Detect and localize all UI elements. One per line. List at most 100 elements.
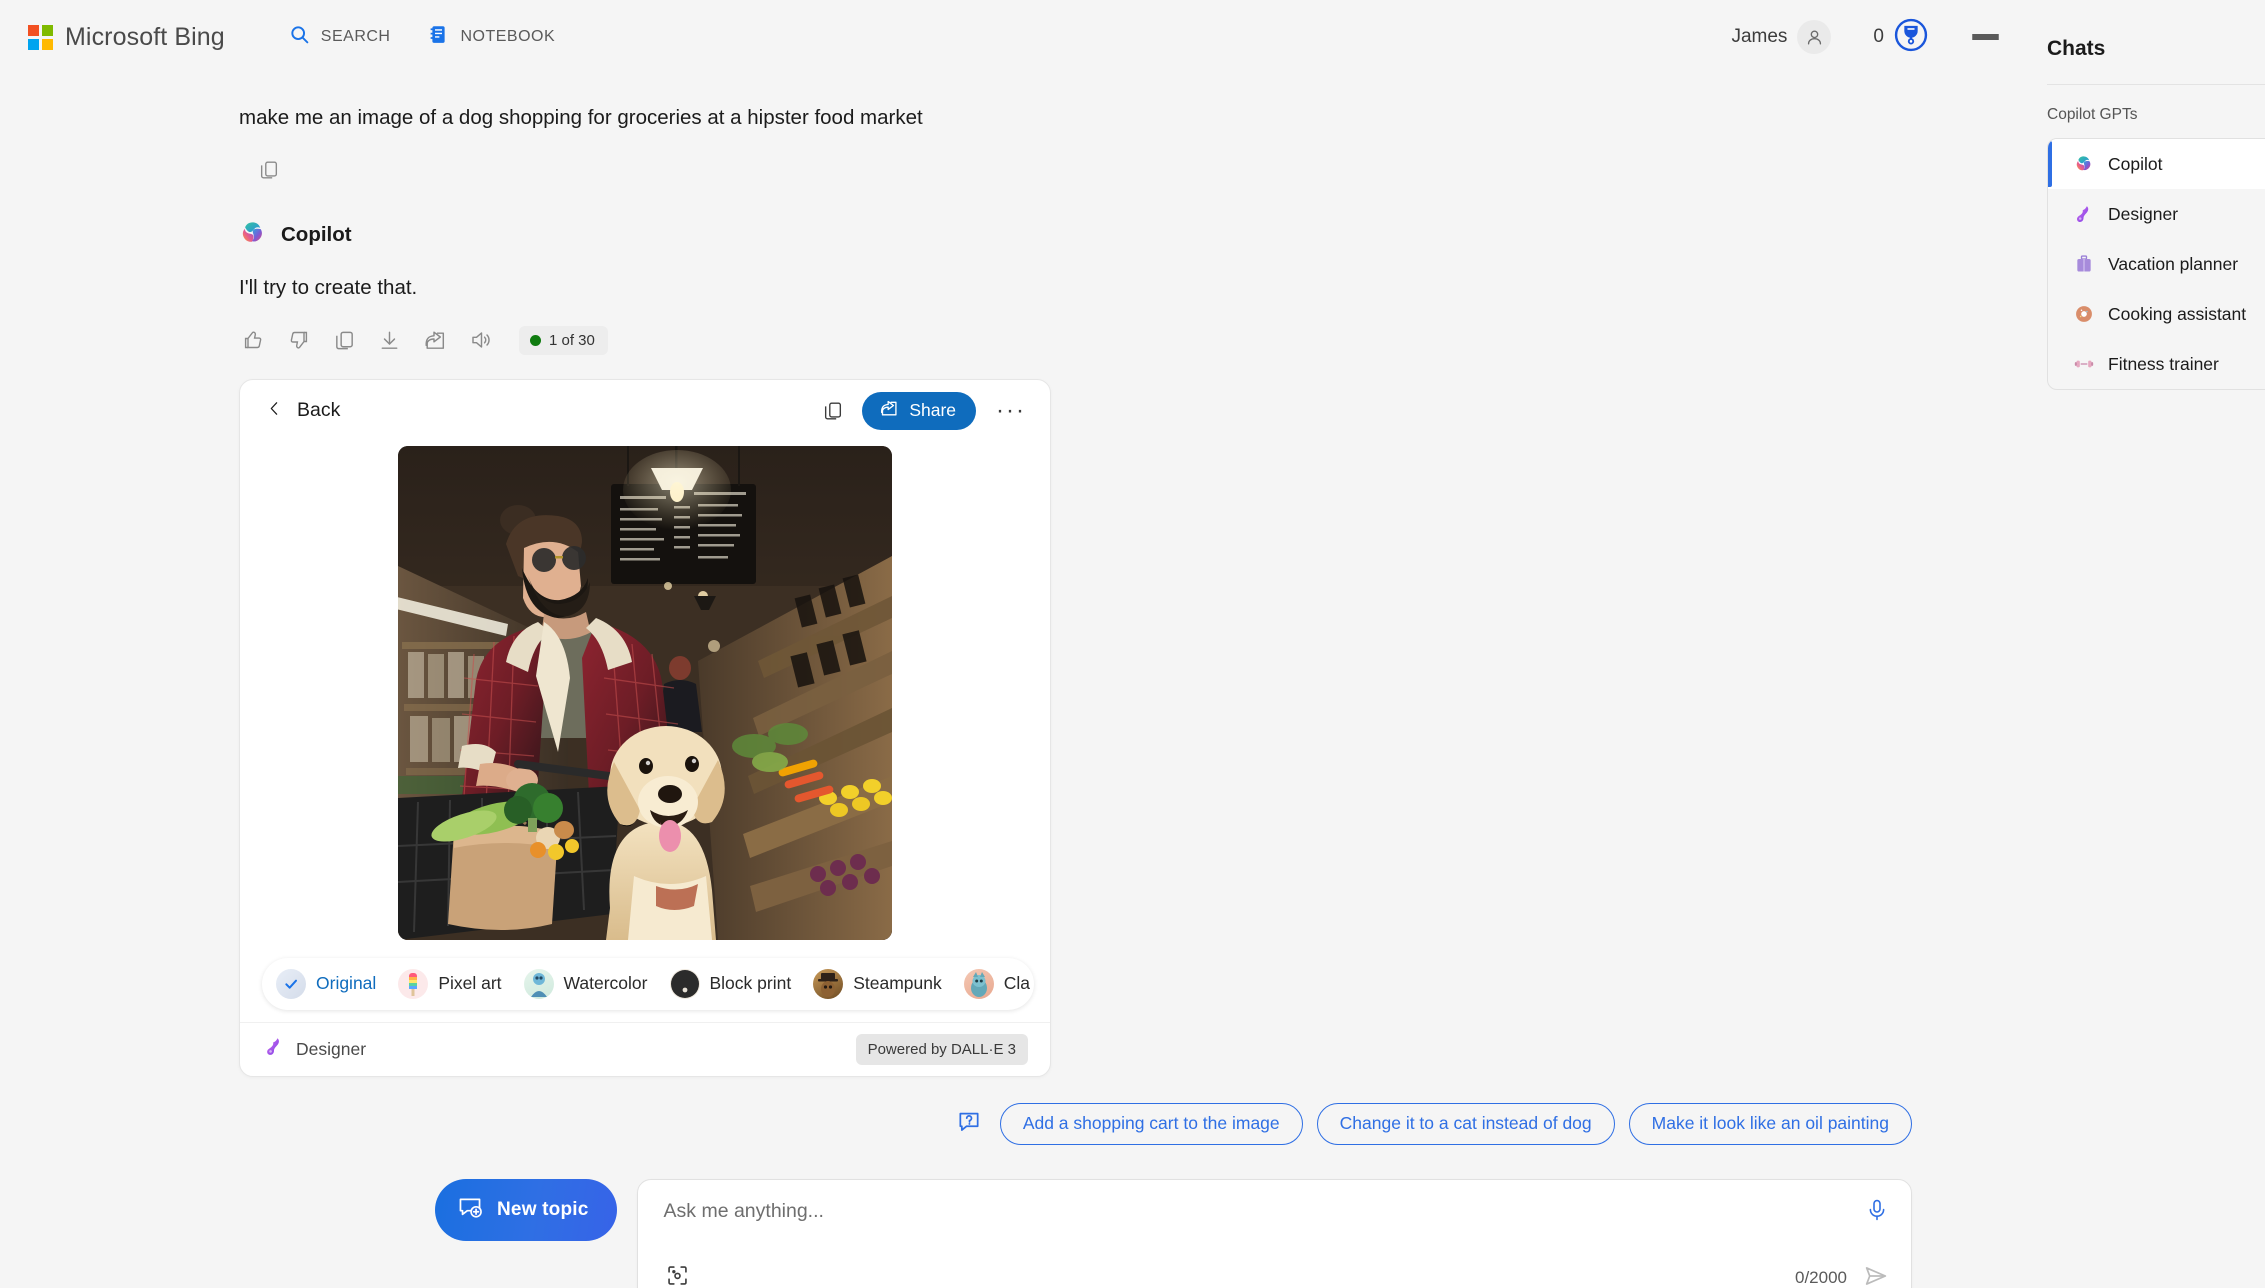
- input-top-row: Ask me anything...: [664, 1198, 1889, 1227]
- designer-icon: [264, 1036, 285, 1062]
- top-header: Microsoft Bing SEARCH NOTEBOOK James 0: [0, 0, 2025, 74]
- style-label: Steampunk: [853, 973, 942, 994]
- sidebar-item-cooking-assistant[interactable]: Cooking assistant: [2048, 289, 2265, 339]
- back-button[interactable]: Back: [266, 399, 340, 422]
- user-message-actions: [258, 159, 2025, 181]
- share-label: Share: [909, 400, 957, 421]
- sidebar-item-label: Vacation planner: [2108, 253, 2239, 274]
- message-input[interactable]: Ask me anything...: [664, 1198, 1865, 1223]
- bot-name: Copilot: [281, 223, 352, 247]
- style-label: Cla: [1003, 973, 1030, 994]
- suggestion-chip[interactable]: Add a shopping cart to the image: [999, 1102, 1303, 1145]
- suggestion-chip[interactable]: Change it to a cat instead of dog: [1316, 1102, 1615, 1145]
- style-pill-bar[interactable]: Original Pixel art Watercolor Block prin…: [262, 957, 1034, 1010]
- microsoft-logo-icon: [28, 24, 53, 50]
- powered-by-badge: Powered by DALL·E 3: [855, 1033, 1028, 1065]
- designer-attribution[interactable]: Designer: [264, 1036, 366, 1062]
- style-label: Original: [316, 973, 377, 994]
- watercolor-swatch-icon: [523, 968, 554, 999]
- bot-header: Copilot: [239, 219, 2025, 252]
- input-bottom-row: 0/2000: [664, 1263, 1889, 1288]
- header-right-cluster: James 0: [1731, 18, 1999, 57]
- rewards-medal-icon: [1894, 18, 1928, 57]
- notebook-icon: [428, 24, 449, 50]
- donut-icon: [2074, 304, 2094, 324]
- user-name: James: [1731, 26, 1788, 47]
- composer: New topic Ask me anything... 0/2000: [239, 1145, 2025, 1288]
- style-option-watercolor[interactable]: Watercolor: [523, 968, 670, 999]
- generated-image[interactable]: [398, 445, 892, 940]
- avatar: [1797, 20, 1832, 54]
- right-sidebar: Chats Copilot GPTs Copilot Designer Vaca…: [2025, 0, 2265, 1288]
- style-option-clay[interactable]: Cla: [963, 968, 1034, 999]
- thumbs-down-icon[interactable]: [287, 328, 311, 352]
- thumbs-up-icon[interactable]: [241, 328, 265, 352]
- search-icon: [289, 24, 310, 50]
- style-option-original[interactable]: Original: [276, 968, 398, 999]
- bing-copilot-app: Microsoft Bing SEARCH NOTEBOOK James 0 m…: [0, 0, 2265, 1288]
- nav-label-notebook: NOTEBOOK: [460, 28, 556, 45]
- sidebar-title: Chats: [2047, 37, 2106, 60]
- user-message: make me an image of a dog shopping for g…: [239, 106, 923, 129]
- style-label: Block print: [709, 973, 792, 994]
- visual-search-icon[interactable]: [666, 1264, 689, 1288]
- message-input-box[interactable]: Ask me anything... 0/2000: [636, 1178, 1912, 1288]
- designer-label: Designer: [296, 1038, 367, 1059]
- style-option-block-print[interactable]: Block print: [669, 968, 814, 999]
- sidebar-item-label: Designer: [2108, 203, 2179, 224]
- character-counter: 0/2000: [1795, 1268, 1847, 1288]
- bot-message: I'll try to create that.: [239, 275, 418, 299]
- question-bubble-icon[interactable]: [956, 1108, 982, 1139]
- designer-icon: [2074, 204, 2094, 224]
- bot-message-actions: 1 of 30: [241, 325, 2025, 355]
- user-account-button[interactable]: James: [1731, 20, 1832, 54]
- turn-counter-label: 1 of 30: [549, 331, 595, 349]
- sidebar-item-label: Fitness trainer: [2108, 353, 2219, 374]
- nav-item-search[interactable]: SEARCH: [289, 24, 391, 50]
- download-icon[interactable]: [378, 329, 401, 352]
- main-column: Microsoft Bing SEARCH NOTEBOOK James 0 m…: [0, 0, 2025, 1288]
- hamburger-menu-icon[interactable]: [1972, 34, 1999, 40]
- image-card-toolbar: Back Share ···: [240, 380, 1050, 442]
- rewards-count: 0: [1873, 26, 1884, 47]
- style-option-steampunk[interactable]: Steampunk: [813, 968, 964, 999]
- bing-logo[interactable]: Microsoft Bing: [28, 23, 225, 52]
- new-topic-icon: [457, 1194, 483, 1226]
- dumbbell-icon: [2074, 354, 2094, 374]
- copy-icon[interactable]: [333, 329, 356, 352]
- nav-item-notebook[interactable]: NOTEBOOK: [428, 24, 555, 50]
- suitcase-icon: [2074, 254, 2094, 274]
- sidebar-item-fitness-trainer[interactable]: Fitness trainer: [2048, 339, 2265, 389]
- sidebar-item-label: Copilot: [2108, 153, 2163, 174]
- sidebar-item-label: Cooking assistant: [2108, 303, 2247, 324]
- chevron-left-icon: [266, 400, 283, 422]
- copy-icon[interactable]: [258, 159, 280, 181]
- status-dot-icon: [530, 334, 541, 346]
- rewards-button[interactable]: 0: [1873, 18, 1928, 57]
- header-nav: SEARCH NOTEBOOK: [289, 24, 555, 50]
- clay-swatch-icon: [963, 968, 994, 999]
- sidebar-item-copilot[interactable]: Copilot: [2048, 139, 2265, 189]
- check-swatch-icon: [276, 968, 306, 999]
- new-topic-button[interactable]: New topic: [435, 1178, 617, 1241]
- style-option-pixel-art[interactable]: Pixel art: [398, 968, 523, 999]
- speaker-icon[interactable]: [469, 328, 493, 352]
- sidebar-section-label: Copilot GPTs: [2047, 106, 2138, 123]
- brand-name: Microsoft Bing: [65, 22, 225, 51]
- microphone-icon[interactable]: [1865, 1198, 1889, 1227]
- share-button[interactable]: Share: [862, 391, 977, 430]
- image-result-card: Back Share ··· Original Pixel art Waterc…: [239, 378, 1051, 1077]
- more-options-button[interactable]: ···: [996, 398, 1026, 423]
- blockprint-swatch-icon: [669, 968, 700, 999]
- send-icon[interactable]: [1863, 1263, 1889, 1288]
- style-selector-strip: Original Pixel art Watercolor Block prin…: [240, 950, 1050, 1022]
- image-card-footer: Designer Powered by DALL·E 3: [240, 1021, 1050, 1076]
- share-icon: [879, 398, 899, 423]
- copy-icon[interactable]: [822, 400, 844, 422]
- share-icon[interactable]: [423, 328, 447, 352]
- chat-scroll-area: make me an image of a dog shopping for g…: [0, 74, 2025, 1288]
- sidebar-item-designer[interactable]: Designer: [2048, 189, 2265, 239]
- suggestion-chips-row: Add a shopping cart to the image Change …: [239, 1077, 2025, 1145]
- suggestion-chip[interactable]: Make it look like an oil painting: [1628, 1102, 1912, 1145]
- sidebar-item-vacation-planner[interactable]: Vacation planner: [2048, 239, 2265, 289]
